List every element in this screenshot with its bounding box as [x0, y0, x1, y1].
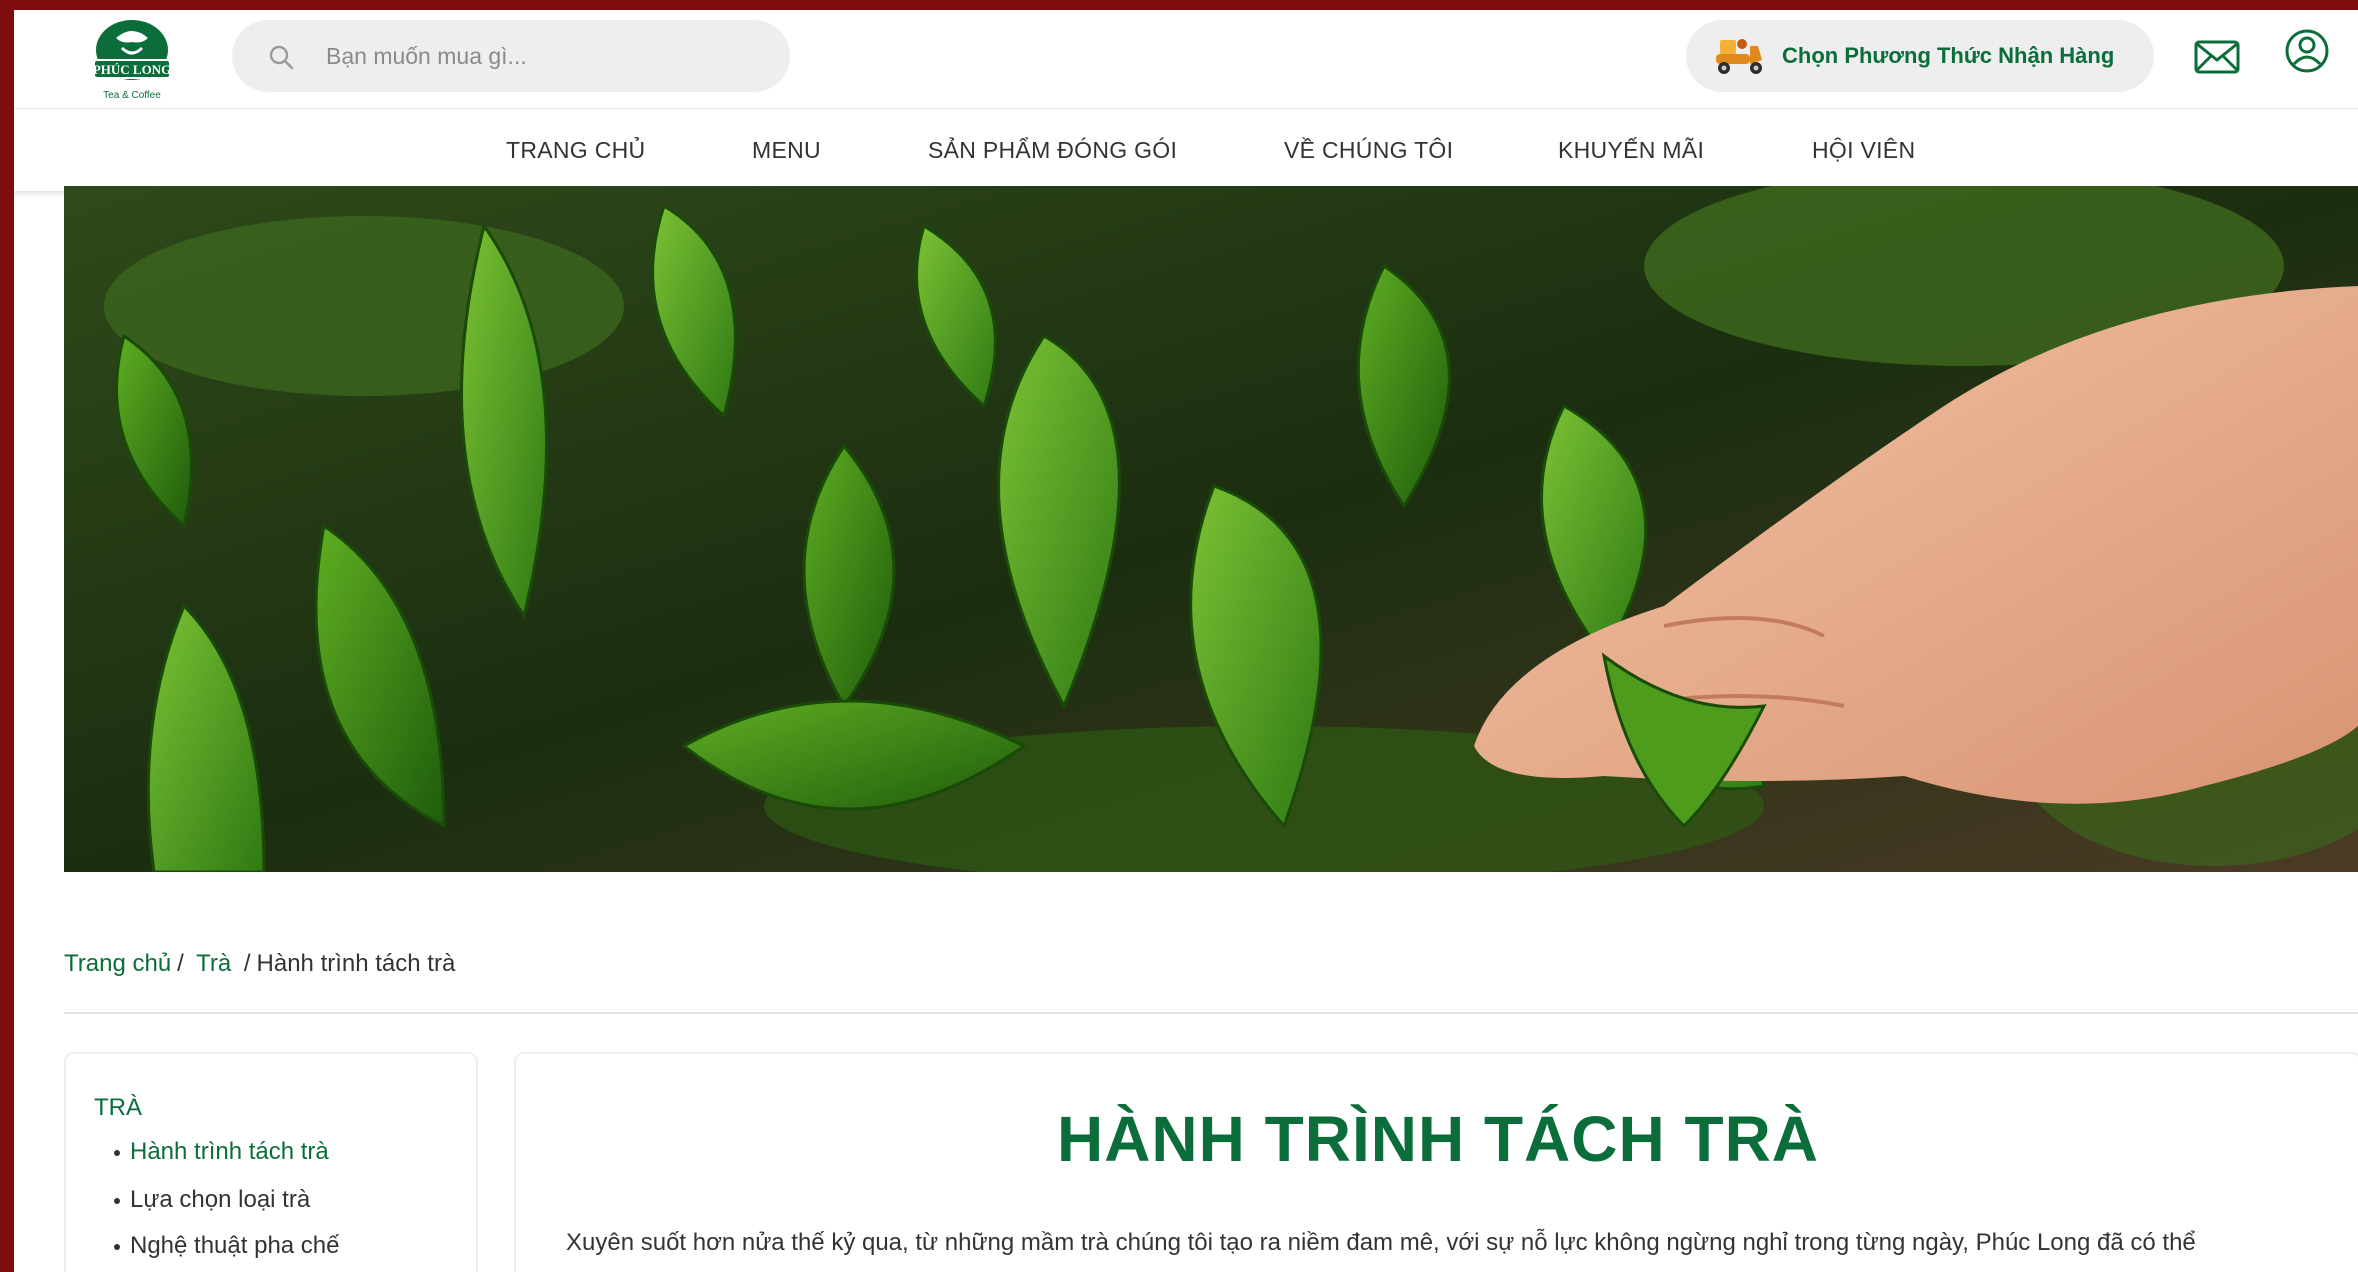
nav-item-hoi-vien[interactable]: HỘI VIÊN: [1812, 109, 1915, 191]
sidebar-item-nghe-thuat[interactable]: Nghệ thuật pha chế: [114, 1232, 340, 1260]
breadcrumb-current: Hành trình tách trà: [256, 950, 456, 977]
nav-item-khuyen-mai[interactable]: KHUYẾN MÃI: [1558, 109, 1704, 191]
breadcrumb: Trang chủ / Trà / Hành trình tách trà: [64, 950, 455, 978]
nav-item-trang-chu[interactable]: TRANG CHỦ: [506, 109, 645, 191]
breadcrumb-home[interactable]: Trang chủ: [64, 950, 171, 977]
mail-icon[interactable]: [2194, 40, 2240, 74]
sidebar-item-lua-chon[interactable]: Lựa chọn loại trà: [114, 1186, 310, 1214]
search-bar[interactable]: Bạn muốn mua gì...: [232, 20, 790, 92]
pickup-method-label: Chọn Phương Thức Nhận Hàng: [1782, 43, 2115, 68]
nav-item-menu[interactable]: MENU: [752, 109, 821, 191]
svg-text:PHÚC LONG: PHÚC LONG: [93, 62, 171, 77]
breadcrumb-separator: /: [177, 950, 184, 977]
phuc-long-logo[interactable]: PHÚC LONG Tea & Coffee: [72, 14, 192, 106]
article-paragraph: Xuyên suốt hơn nửa thế kỷ qua, từ những …: [566, 1229, 2196, 1256]
page: PHÚC LONG Tea & Coffee Bạn muốn mua gì..…: [14, 10, 2358, 1272]
nav-item-san-pham-dong-goi[interactable]: SẢN PHẨM ĐÓNG GÓI: [928, 109, 1177, 191]
category-sidebar: TRÀ Hành trình tách trà Lựa chọn loại tr…: [64, 1052, 478, 1272]
hero-banner-image: [64, 186, 2358, 872]
breadcrumb-separator: /: [243, 950, 251, 977]
nav-item-ve-chung-toi[interactable]: VỀ CHÚNG TÔI: [1284, 109, 1453, 191]
sidebar-item-hanh-trinh[interactable]: Hành trình tách trà: [114, 1138, 329, 1166]
svg-text:Tea & Coffee: Tea & Coffee: [103, 90, 161, 101]
site-header: PHÚC LONG Tea & Coffee Bạn muốn mua gì..…: [14, 10, 2358, 108]
search-icon: [268, 44, 294, 70]
pickup-method-button[interactable]: Chọn Phương Thức Nhận Hàng: [1686, 20, 2154, 92]
user-icon[interactable]: [2284, 28, 2330, 74]
sidebar-item-label: Nghệ thuật pha chế: [130, 1232, 340, 1259]
article-card: HÀNH TRÌNH TÁCH TRÀ Xuyên suốt hơn nửa t…: [514, 1052, 2358, 1272]
article-title: HÀNH TRÌNH TÁCH TRÀ: [1056, 1103, 1820, 1175]
sidebar-item-label: Lựa chọn loại trà: [130, 1186, 311, 1213]
main-nav: TRANG CHỦ MENU SẢN PHẨM ĐÓNG GÓI VỀ CHÚN…: [14, 108, 2358, 191]
delivery-scooter-icon: [1712, 36, 1768, 76]
breadcrumb-category[interactable]: Trà: [196, 950, 231, 977]
bullet-icon: [114, 1243, 120, 1250]
bullet-icon: [114, 1197, 120, 1204]
divider: [64, 1012, 2358, 1014]
bullet-icon: [114, 1149, 120, 1156]
sidebar-heading[interactable]: TRÀ: [94, 1094, 142, 1122]
search-input[interactable]: Bạn muốn mua gì...: [326, 20, 527, 92]
sidebar-item-label: Hành trình tách trà: [130, 1138, 329, 1165]
